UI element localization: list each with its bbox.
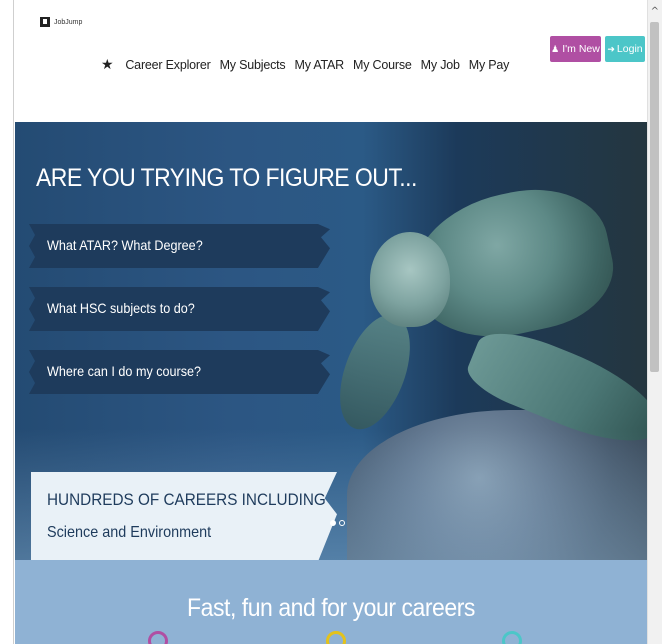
carousel-dot-1[interactable] [330, 520, 336, 526]
careers-panel [31, 472, 337, 560]
login-label: Login [616, 43, 643, 55]
login-button[interactable]: ➜ Login [605, 36, 645, 62]
careers-title: HUNDREDS OF CAREERS INCLUDING [47, 490, 326, 509]
vertical-scrollbar[interactable]: ^ [647, 0, 662, 644]
hero-carousel: ARE YOU TRYING TO FIGURE OUT... What ATA… [15, 122, 647, 560]
nav-my-atar[interactable]: My ATAR [294, 58, 344, 72]
logo[interactable]: JobJump [40, 17, 82, 27]
question-1[interactable]: What ATAR? What Degree? [47, 237, 203, 253]
im-new-button[interactable]: ♟ I'm New [550, 36, 601, 62]
carousel-indicators [330, 520, 345, 526]
window-left-border [0, 0, 14, 644]
question-2[interactable]: What HSC subjects to do? [47, 300, 195, 316]
im-new-label: I'm New [562, 43, 600, 55]
site-header: JobJump ★ Career Explorer My Subjects My… [15, 0, 647, 122]
feature-circle-icon-3 [502, 631, 522, 644]
logo-text: JobJump [54, 18, 83, 26]
user-plus-icon: ♟ [551, 43, 560, 54]
hero-title: ARE YOU TRYING TO FIGURE OUT... [36, 164, 417, 192]
nav-my-job[interactable]: My Job [421, 58, 460, 72]
scroll-thumb[interactable] [650, 22, 659, 372]
carousel-dot-2[interactable] [339, 520, 345, 526]
star-icon[interactable]: ★ [101, 56, 114, 73]
nav-career-explorer[interactable]: Career Explorer [125, 58, 210, 72]
logo-icon [40, 17, 50, 27]
page: JobJump ★ Career Explorer My Subjects My… [15, 0, 647, 644]
nav-my-course[interactable]: My Course [353, 58, 412, 72]
sign-in-icon: ➜ [607, 43, 615, 54]
feature-circle-icon-2 [326, 631, 346, 644]
main-nav: ★ Career Explorer My Subjects My ATAR My… [101, 56, 509, 73]
nav-my-pay[interactable]: My Pay [469, 58, 510, 72]
features-title: Fast, fun and for your careers [187, 594, 475, 622]
question-3[interactable]: Where can I do my course? [47, 363, 201, 379]
careers-subtitle[interactable]: Science and Environment [47, 524, 211, 542]
scroll-up-icon[interactable]: ^ [651, 6, 659, 17]
feature-circle-icon-1 [148, 631, 168, 644]
nav-my-subjects[interactable]: My Subjects [220, 58, 286, 72]
